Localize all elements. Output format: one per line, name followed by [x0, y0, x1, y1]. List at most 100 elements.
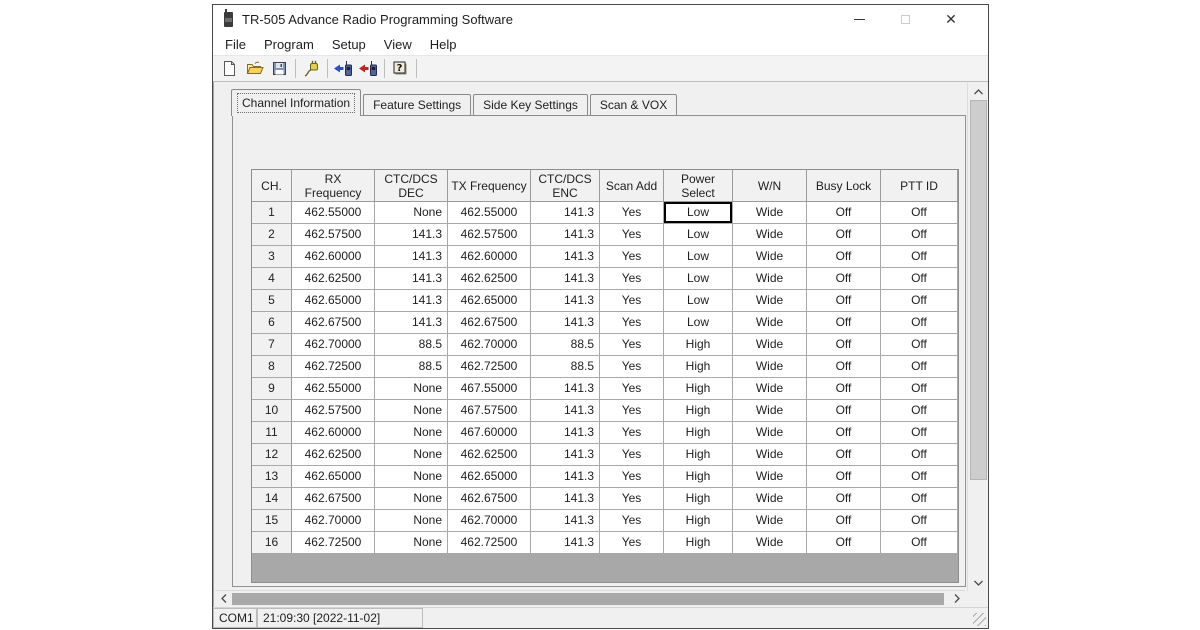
cell-ptt[interactable]: Off — [881, 400, 958, 422]
cell-power[interactable]: High — [664, 400, 733, 422]
scroll-right-button[interactable] — [948, 591, 965, 607]
cell-scan[interactable]: Yes — [600, 224, 664, 246]
cell-power[interactable]: High — [664, 488, 733, 510]
cell-rx[interactable]: 462.70000 — [292, 334, 375, 356]
row-header-cell[interactable]: 5 — [252, 290, 292, 312]
cell-rx[interactable]: 462.55000 — [292, 378, 375, 400]
cell-wn[interactable]: Wide — [733, 532, 807, 554]
row-header-cell[interactable]: 6 — [252, 312, 292, 334]
cell-power[interactable]: High — [664, 532, 733, 554]
column-header-ch[interactable]: CH. — [252, 170, 292, 202]
scroll-up-button[interactable] — [968, 83, 988, 100]
column-header-enc[interactable]: CTC/DCS ENC — [531, 170, 600, 202]
cell-rx[interactable]: 462.70000 — [292, 510, 375, 532]
cell-dec[interactable]: None — [375, 532, 448, 554]
vertical-scroll-thumb[interactable] — [970, 100, 987, 480]
menu-help[interactable]: Help — [421, 35, 466, 54]
tab-side-key-settings[interactable]: Side Key Settings — [473, 94, 588, 116]
menu-program[interactable]: Program — [255, 35, 323, 54]
cell-ptt[interactable]: Off — [881, 356, 958, 378]
cell-scan[interactable]: Yes — [600, 334, 664, 356]
cell-scan[interactable]: Yes — [600, 488, 664, 510]
cell-power[interactable]: High — [664, 378, 733, 400]
cell-tx[interactable]: 467.57500 — [448, 400, 531, 422]
cell-ptt[interactable]: Off — [881, 488, 958, 510]
row-header-cell[interactable]: 15 — [252, 510, 292, 532]
cell-power[interactable]: High — [664, 356, 733, 378]
cell-tx[interactable]: 462.72500 — [448, 532, 531, 554]
cell-ptt[interactable]: Off — [881, 224, 958, 246]
tab-channel-information[interactable]: Channel Information — [231, 89, 361, 116]
cell-tx[interactable]: 467.55000 — [448, 378, 531, 400]
cell-scan[interactable]: Yes — [600, 422, 664, 444]
cell-dec[interactable]: None — [375, 400, 448, 422]
cell-tx[interactable]: 462.57500 — [448, 224, 531, 246]
cell-power[interactable]: Low — [664, 224, 733, 246]
column-header-wn[interactable]: W/N — [733, 170, 807, 202]
cell-wn[interactable]: Wide — [733, 268, 807, 290]
cell-tx[interactable]: 462.70000 — [448, 510, 531, 532]
connect-cable-button[interactable] — [299, 57, 324, 80]
cell-power[interactable]: High — [664, 334, 733, 356]
cell-wn[interactable]: Wide — [733, 224, 807, 246]
cell-rx[interactable]: 462.65000 — [292, 466, 375, 488]
column-header-power[interactable]: Power Select — [664, 170, 733, 202]
cell-enc[interactable]: 141.3 — [531, 290, 600, 312]
cell-wn[interactable]: Wide — [733, 510, 807, 532]
close-button[interactable]: ✕ — [928, 5, 974, 33]
cell-rx[interactable]: 462.60000 — [292, 422, 375, 444]
cell-scan[interactable]: Yes — [600, 510, 664, 532]
cell-rx[interactable]: 462.65000 — [292, 290, 375, 312]
cell-enc[interactable]: 141.3 — [531, 246, 600, 268]
cell-ptt[interactable]: Off — [881, 334, 958, 356]
cell-enc[interactable]: 88.5 — [531, 356, 600, 378]
cell-power[interactable]: Low — [664, 246, 733, 268]
cell-ptt[interactable]: Off — [881, 312, 958, 334]
scroll-down-button[interactable] — [968, 574, 988, 591]
row-header-cell[interactable]: 7 — [252, 334, 292, 356]
column-header-busy[interactable]: Busy Lock — [807, 170, 881, 202]
cell-power[interactable]: High — [664, 444, 733, 466]
cell-enc[interactable]: 141.3 — [531, 378, 600, 400]
cell-enc[interactable]: 141.3 — [531, 466, 600, 488]
cell-dec[interactable]: None — [375, 510, 448, 532]
cell-rx[interactable]: 462.55000 — [292, 202, 375, 224]
cell-dec[interactable]: 141.3 — [375, 268, 448, 290]
cell-ptt[interactable]: Off — [881, 378, 958, 400]
cell-dec[interactable]: None — [375, 422, 448, 444]
cell-rx[interactable]: 462.62500 — [292, 444, 375, 466]
resize-grip[interactable] — [973, 613, 986, 626]
cell-busy[interactable]: Off — [807, 510, 881, 532]
cell-enc[interactable]: 141.3 — [531, 400, 600, 422]
cell-busy[interactable]: Off — [807, 422, 881, 444]
row-header-cell[interactable]: 12 — [252, 444, 292, 466]
cell-ptt[interactable]: Off — [881, 290, 958, 312]
row-header-cell[interactable]: 14 — [252, 488, 292, 510]
cell-enc[interactable]: 88.5 — [531, 334, 600, 356]
cell-busy[interactable]: Off — [807, 532, 881, 554]
cell-tx[interactable]: 462.62500 — [448, 444, 531, 466]
cell-wn[interactable]: Wide — [733, 422, 807, 444]
cell-wn[interactable]: Wide — [733, 488, 807, 510]
cell-rx[interactable]: 462.57500 — [292, 400, 375, 422]
cell-dec[interactable]: 141.3 — [375, 290, 448, 312]
cell-rx[interactable]: 462.72500 — [292, 532, 375, 554]
cell-ptt[interactable]: Off — [881, 466, 958, 488]
scroll-left-button[interactable] — [215, 591, 232, 607]
cell-ptt[interactable]: Off — [881, 532, 958, 554]
cell-enc[interactable]: 141.3 — [531, 268, 600, 290]
cell-wn[interactable]: Wide — [733, 290, 807, 312]
cell-busy[interactable]: Off — [807, 312, 881, 334]
cell-wn[interactable]: Wide — [733, 334, 807, 356]
row-header-cell[interactable]: 8 — [252, 356, 292, 378]
cell-busy[interactable]: Off — [807, 444, 881, 466]
cell-scan[interactable]: Yes — [600, 400, 664, 422]
cell-tx[interactable]: 462.70000 — [448, 334, 531, 356]
cell-dec[interactable]: 141.3 — [375, 224, 448, 246]
cell-busy[interactable]: Off — [807, 246, 881, 268]
cell-enc[interactable]: 141.3 — [531, 488, 600, 510]
cell-busy[interactable]: Off — [807, 378, 881, 400]
cell-tx[interactable]: 462.67500 — [448, 312, 531, 334]
cell-dec[interactable]: None — [375, 466, 448, 488]
cell-power[interactable]: High — [664, 422, 733, 444]
